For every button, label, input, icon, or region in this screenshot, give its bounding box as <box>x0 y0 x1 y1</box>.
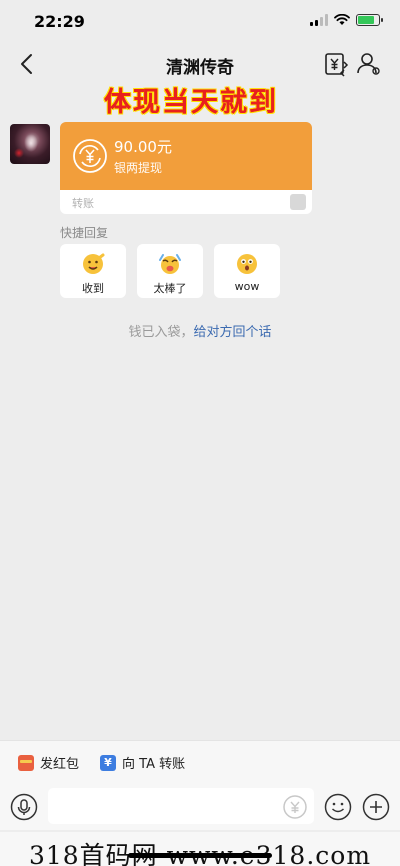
status-icons <box>310 14 383 26</box>
promo-banner: 体现当天就到 <box>104 87 278 118</box>
quick-reply-title: 快捷回复 <box>60 226 109 240</box>
battery-icon <box>356 14 383 26</box>
great-emoji-icon <box>159 254 181 274</box>
quick-reply-received[interactable]: 收到 <box>60 244 126 298</box>
home-indicator <box>128 853 272 858</box>
reply-link[interactable]: 给对方回个话 <box>194 325 272 340</box>
received-emoji-icon <box>83 253 105 274</box>
transfer-card-top: 90.00元 银两提现 <box>60 122 312 190</box>
user-profile-icon[interactable] <box>354 50 382 78</box>
wifi-icon <box>334 14 350 25</box>
red-packet-icon <box>18 754 34 771</box>
nav-bar: 清渊传奇 <box>0 44 400 84</box>
quick-reply-label: wow <box>234 280 260 293</box>
cellular-signal-icon <box>310 14 328 26</box>
transfer-message-card[interactable]: 90.00元 银两提现 转账 <box>60 122 312 214</box>
quick-reply-label: 太棒了 <box>153 282 187 295</box>
status-bar: 22:29 <box>0 0 400 44</box>
quick-reply-great[interactable]: 太棒了 <box>137 244 203 298</box>
transfer-to-button[interactable]: 向 TA 转账 <box>100 753 185 772</box>
transfer-received-icon <box>73 139 107 173</box>
quick-reply-wow[interactable]: wow <box>214 244 280 298</box>
wow-emoji-icon <box>237 254 257 274</box>
transfer-icon <box>100 754 116 771</box>
more-actions-button[interactable] <box>362 793 390 821</box>
status-time: 22:29 <box>34 12 85 31</box>
watermark-text: 318首码网 www.e318.com <box>28 841 370 866</box>
message-input[interactable] <box>48 788 314 824</box>
transfer-label: 转账 <box>72 197 94 210</box>
input-bar <box>0 784 400 830</box>
system-message: 钱已入袋，给对方回个话 <box>0 321 400 340</box>
send-red-packet-button[interactable]: 发红包 <box>18 753 79 772</box>
transfer-to-label: 向 TA 转账 <box>122 757 186 772</box>
voice-input-button[interactable] <box>10 793 38 821</box>
emoji-button[interactable] <box>324 793 352 821</box>
sender-avatar[interactable] <box>10 124 50 164</box>
action-bar: 发红包 向 TA 转账 <box>0 740 400 784</box>
system-message-text: 钱已入袋， <box>128 325 194 340</box>
watermark: 318首码网 www.e318.com <box>0 832 400 866</box>
transfer-records-icon[interactable] <box>322 50 350 78</box>
transfer-card-footer: 转账 <box>60 190 312 214</box>
transfer-description: 银两提现 <box>114 161 163 175</box>
send-red-packet-label: 发红包 <box>40 757 80 772</box>
transfer-brand-icon <box>290 194 306 210</box>
quick-reply-label: 收到 <box>82 282 104 295</box>
input-transfer-icon[interactable] <box>282 794 308 820</box>
transfer-amount: 90.00元 <box>114 138 172 156</box>
